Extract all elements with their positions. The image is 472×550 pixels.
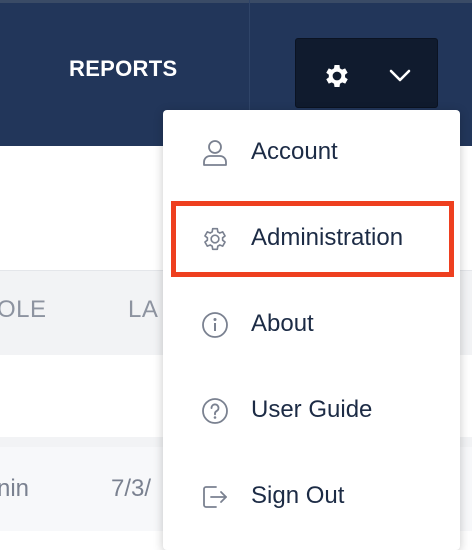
menu-item-label: About	[251, 310, 314, 337]
question-icon	[201, 397, 229, 425]
user-icon	[201, 139, 229, 167]
menu-item-account[interactable]: Account	[163, 110, 460, 196]
column-header-role[interactable]: OLE	[0, 296, 47, 324]
table-cell-role: nin	[0, 475, 30, 502]
settings-dropdown-menu: Account Administration About User Guide …	[163, 110, 460, 550]
menu-item-administration[interactable]: Administration	[163, 196, 460, 282]
menu-item-user-guide[interactable]: User Guide	[163, 368, 460, 454]
table-cell-date: 7/3/	[111, 475, 152, 502]
gear-outline-icon	[201, 225, 229, 253]
sign-out-icon	[201, 483, 229, 511]
gear-icon	[322, 61, 352, 96]
nav-reports-link[interactable]: REPORTS	[69, 56, 177, 82]
column-header-last[interactable]: LA	[128, 296, 158, 324]
menu-item-sign-out[interactable]: Sign Out	[163, 454, 460, 540]
menu-item-label: Account	[251, 138, 338, 165]
chevron-down-icon	[388, 65, 412, 90]
settings-menu-button[interactable]	[295, 38, 438, 108]
menu-item-label: Sign Out	[251, 482, 345, 509]
navbar-top-line	[0, 0, 472, 3]
menu-item-label: User Guide	[251, 396, 373, 423]
menu-item-about[interactable]: About	[163, 282, 460, 368]
menu-item-label: Administration	[251, 224, 404, 251]
info-icon	[201, 311, 229, 339]
